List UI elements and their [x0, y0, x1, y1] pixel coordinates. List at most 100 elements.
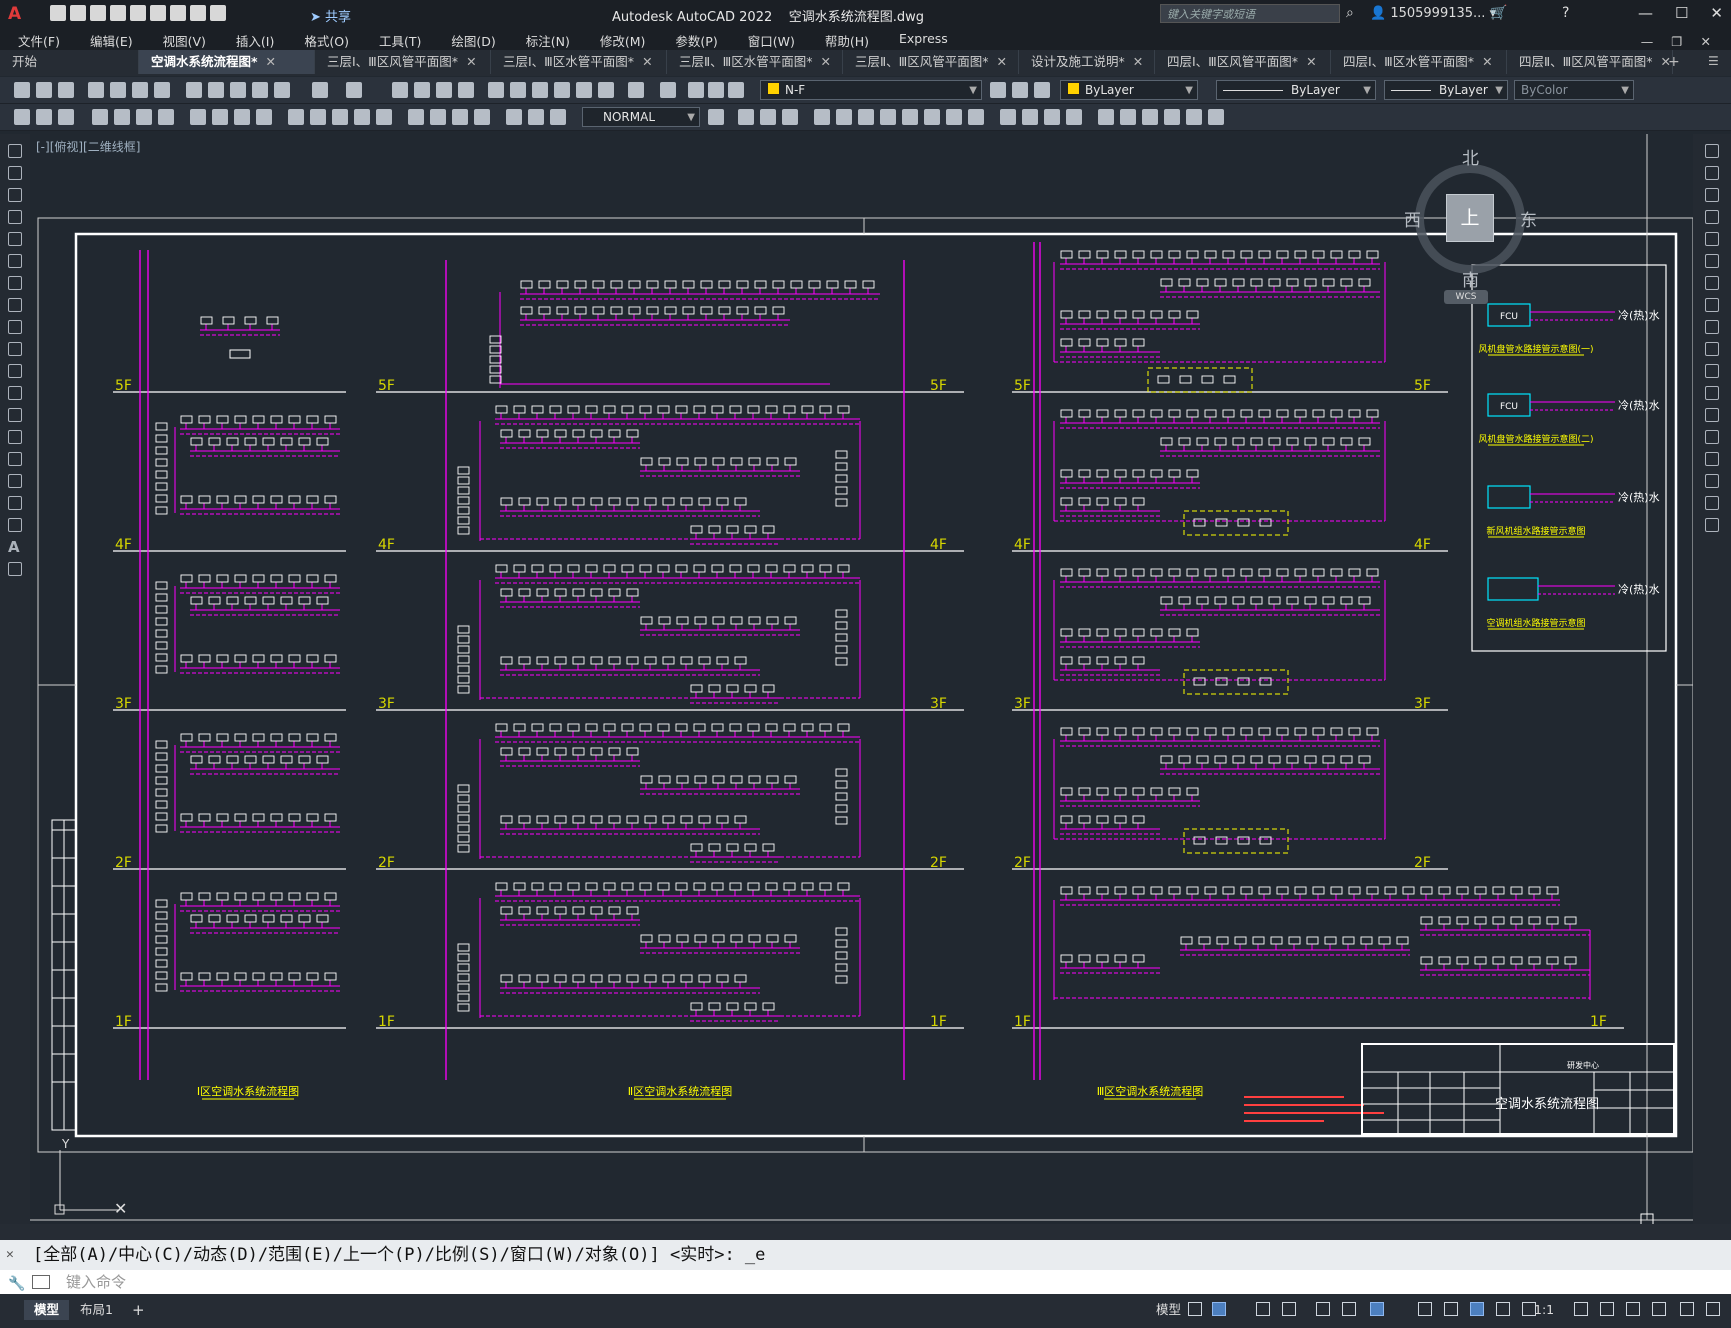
rotate-icon[interactable]	[1705, 276, 1719, 290]
rectangle-icon[interactable]	[8, 232, 22, 246]
open-icon[interactable]	[36, 82, 52, 98]
move-icon[interactable]	[1705, 254, 1719, 268]
close-icon[interactable]: ✕	[1710, 4, 1723, 22]
bring-front-icon[interactable]	[1142, 109, 1158, 125]
app-menu-button[interactable]: A	[8, 4, 21, 24]
trim-icon[interactable]	[1705, 342, 1719, 356]
extend-icon[interactable]	[924, 109, 940, 125]
transparency-icon[interactable]	[1444, 1302, 1458, 1316]
menu-view[interactable]: 视图(V)	[145, 28, 218, 50]
scale-icon[interactable]	[858, 109, 874, 125]
point-icon[interactable]	[8, 430, 22, 444]
erase-icon[interactable]	[1098, 109, 1114, 125]
plot-preview-icon[interactable]	[110, 82, 126, 98]
chamfer-icon[interactable]	[1000, 109, 1016, 125]
chamfer-icon[interactable]	[1705, 452, 1719, 466]
user-account[interactable]: 👤 1505999135... ▾	[1370, 6, 1496, 21]
share-button[interactable]: ➤ 共享	[310, 6, 351, 25]
hatch-back-icon[interactable]	[1208, 109, 1224, 125]
doc-close-icon[interactable]: ✕	[1701, 34, 1711, 49]
dim-edit-icon[interactable]	[506, 109, 522, 125]
text-front-icon[interactable]	[1186, 109, 1202, 125]
lineweight-dropdown[interactable]: ByLayer ▼	[1384, 80, 1508, 100]
save-as-icon[interactable]	[110, 5, 126, 21]
sheet-set-icon[interactable]	[554, 82, 570, 98]
angular-icon[interactable]	[256, 109, 272, 125]
ellipse-icon[interactable]	[8, 342, 22, 356]
join-icon[interactable]	[1705, 430, 1719, 444]
isodraft-icon[interactable]	[1316, 1302, 1330, 1316]
redo-icon[interactable]	[210, 5, 226, 21]
tab-close-icon[interactable]: ✕	[997, 54, 1007, 69]
menu-window[interactable]: 窗口(W)	[730, 28, 807, 50]
make-current-icon[interactable]	[990, 82, 1006, 98]
break-icon[interactable]	[946, 109, 962, 125]
undo-icon[interactable]	[190, 5, 206, 21]
annotation-scale[interactable]: 1:1	[1524, 1300, 1564, 1320]
send-back-icon[interactable]	[1164, 109, 1180, 125]
viewcube[interactable]: 上 北 南 西 东 WCS	[1400, 144, 1550, 304]
layer-on-icon[interactable]	[688, 82, 704, 98]
selection-cycling-icon[interactable]	[1470, 1302, 1484, 1316]
menu-file[interactable]: 文件(F)	[0, 28, 72, 50]
array-icon[interactable]	[1066, 109, 1082, 125]
insert-block-icon[interactable]	[8, 386, 22, 400]
tab-close-icon[interactable]: ✕	[1482, 54, 1492, 69]
menu-tools[interactable]: 工具(T)	[361, 28, 433, 50]
tab-4f-1-3-duct[interactable]: 四层Ⅰ、Ⅲ区风管平面图* ✕	[1155, 50, 1331, 74]
dim-text-edit-icon[interactable]	[528, 109, 544, 125]
linetype-dropdown[interactable]: ByLayer ▼	[1216, 80, 1376, 100]
plot-icon[interactable]	[88, 82, 104, 98]
match-properties-icon[interactable]	[252, 82, 268, 98]
menu-help[interactable]: 帮助(H)	[807, 28, 881, 50]
menu-draw[interactable]: 绘图(D)	[433, 28, 507, 50]
offset-icon[interactable]	[782, 109, 798, 125]
move-icon[interactable]	[814, 109, 830, 125]
pan-icon[interactable]	[392, 82, 408, 98]
doc-minimize-icon[interactable]: —	[1641, 34, 1654, 49]
tab-list-icon[interactable]: ☰	[1708, 54, 1719, 68]
mirror-icon[interactable]	[760, 109, 776, 125]
radius-icon[interactable]	[190, 109, 206, 125]
wcs-menu[interactable]: WCS	[1444, 290, 1488, 304]
layer-freeze-icon[interactable]	[708, 82, 724, 98]
help-search-input[interactable]: 键入关键字或短语	[1160, 4, 1340, 23]
tab-close-icon[interactable]: ✕	[1306, 54, 1316, 69]
tab-flow-diagram[interactable]: 空调水系统流程图* ✕	[139, 50, 315, 74]
save-web-icon[interactable]	[150, 5, 166, 21]
revcloud-icon[interactable]	[8, 298, 22, 312]
continue-icon[interactable]	[332, 109, 348, 125]
join-icon[interactable]	[968, 109, 984, 125]
circle-icon[interactable]	[8, 276, 22, 290]
layer-manager-icon[interactable]	[660, 82, 676, 98]
calculator-icon[interactable]	[598, 82, 614, 98]
publish-icon[interactable]	[132, 82, 148, 98]
design-center-icon[interactable]	[510, 82, 526, 98]
baseline-icon[interactable]	[310, 109, 326, 125]
ortho-icon[interactable]	[1256, 1302, 1270, 1316]
layout-tab-layout1[interactable]: 布局1	[70, 1300, 123, 1320]
close-icon[interactable]: ✕	[6, 1240, 14, 1270]
tolerance-icon[interactable]	[408, 109, 424, 125]
tab-3f-1-3-water[interactable]: 三层Ⅰ、Ⅲ区水管平面图* ✕	[491, 50, 667, 74]
table-icon[interactable]	[8, 518, 22, 532]
explode-icon[interactable]	[1044, 109, 1060, 125]
tool-palettes-icon[interactable]	[532, 82, 548, 98]
isolate-objects-icon[interactable]	[1652, 1302, 1666, 1316]
copy-object-icon[interactable]	[738, 109, 754, 125]
inspect-icon[interactable]	[452, 109, 468, 125]
array-icon[interactable]	[1705, 232, 1719, 246]
menu-edit[interactable]: 编辑(E)	[72, 28, 145, 50]
color-dropdown[interactable]: ByLayer ▼	[1060, 80, 1198, 100]
trim-icon[interactable]	[902, 109, 918, 125]
fillet-icon[interactable]	[1022, 109, 1038, 125]
layer-states-icon[interactable]	[1034, 82, 1050, 98]
mirror-icon[interactable]	[1705, 188, 1719, 202]
add-selected-icon[interactable]	[8, 562, 22, 576]
zoom-previous-icon[interactable]	[458, 82, 474, 98]
markup-icon[interactable]	[576, 82, 592, 98]
tab-close-icon[interactable]: ✕	[466, 54, 476, 69]
3d-print-icon[interactable]	[154, 82, 170, 98]
redo-icon[interactable]	[346, 82, 362, 98]
mtext-icon[interactable]: A	[8, 540, 22, 555]
